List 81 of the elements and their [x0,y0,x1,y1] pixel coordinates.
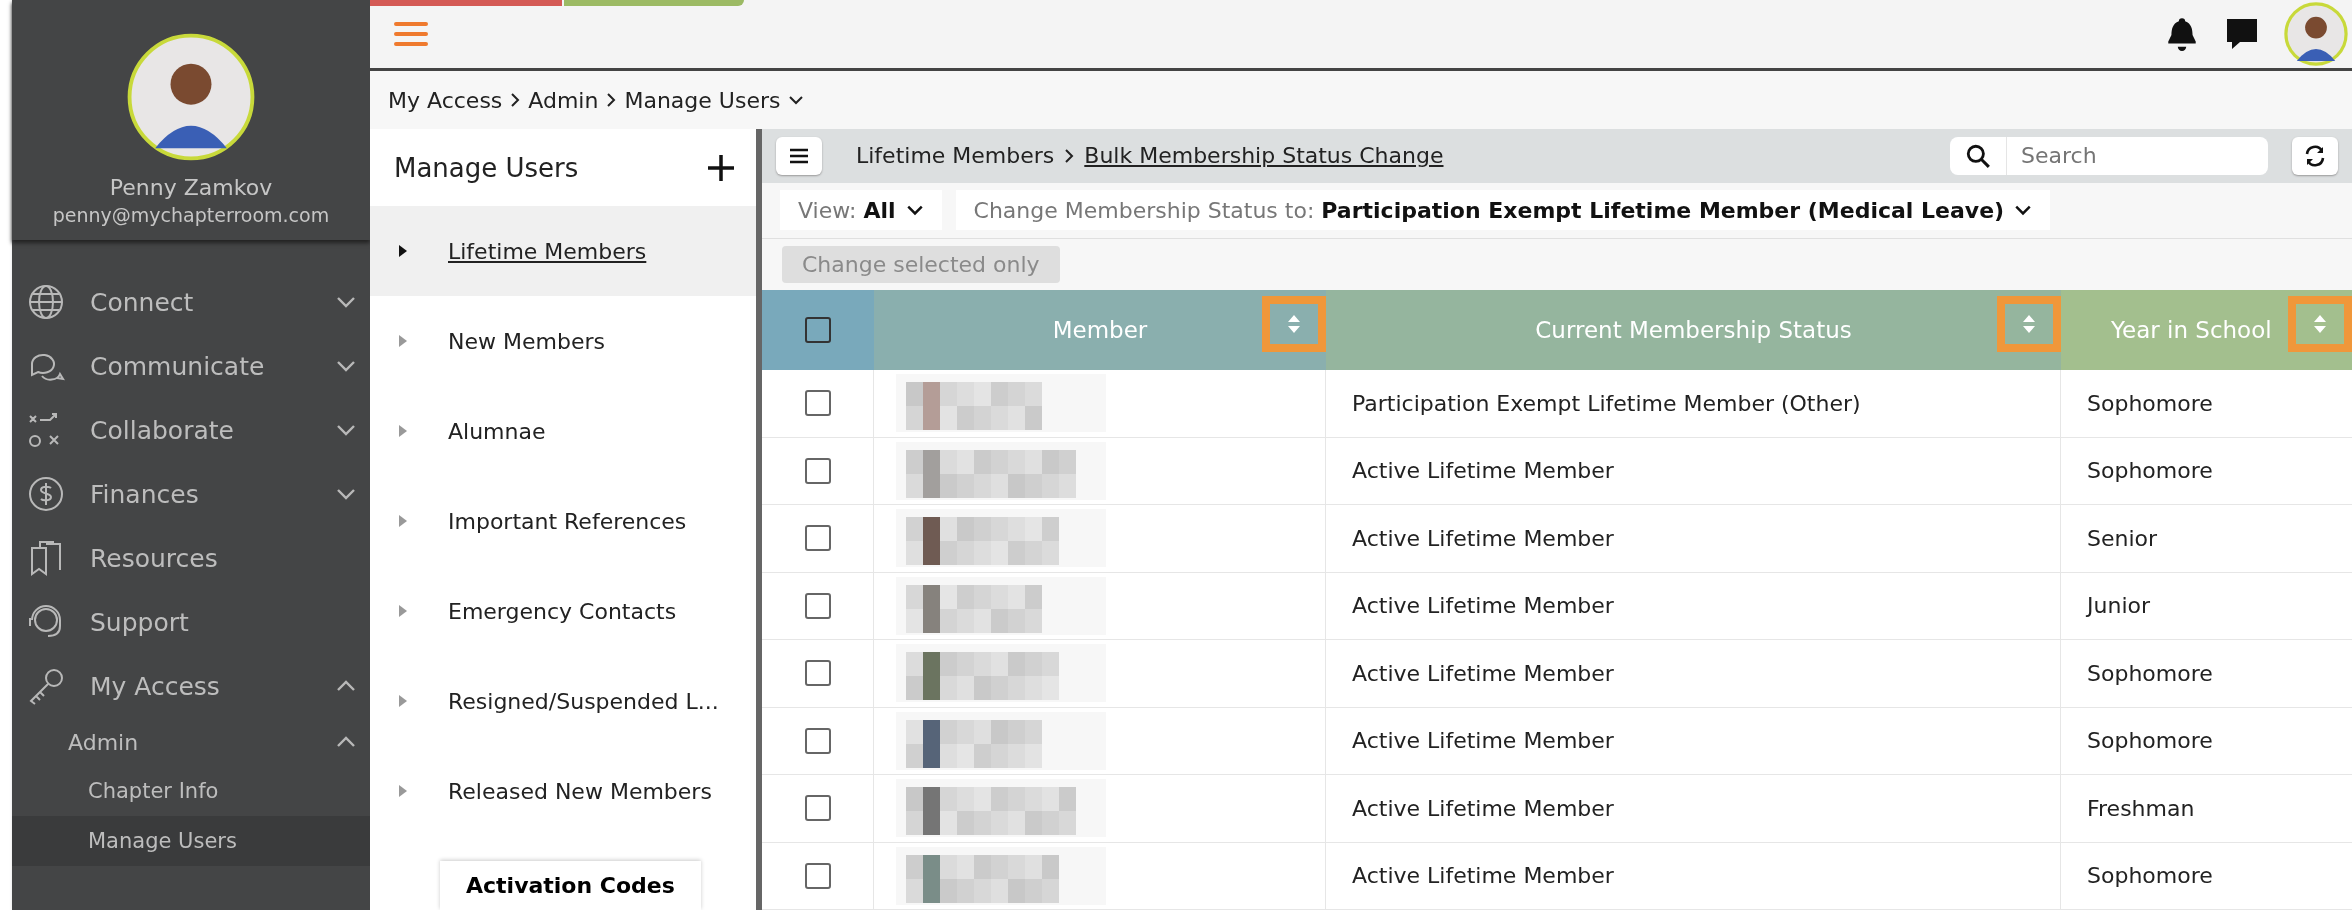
table-cell-text: Sophomore [2086,659,2214,688]
caret-icon [398,604,408,618]
checkbox[interactable] [804,727,831,754]
nav-item[interactable]: My Access [12,654,370,718]
nav-item[interactable]: Finances [12,462,370,526]
checkbox[interactable] [804,457,831,484]
chevron-right-icon [1064,147,1075,164]
table-cell: Active Lifetime Member [1326,505,2061,572]
table-cell-text: Sophomore [2086,457,2214,486]
table-cell: Active Lifetime Member [1326,640,2061,707]
nav-item[interactable]: Collaborate [12,398,370,462]
view-dropdown[interactable]: View: All [780,190,942,231]
chevron-right-icon [606,92,617,108]
nav-item[interactable]: Communicate [12,334,370,398]
activation-codes-button[interactable]: Activation Codes [440,861,701,910]
checkbox[interactable] [804,525,831,552]
caret-icon [398,244,408,258]
nav-item[interactable]: Resources [12,526,370,590]
caret-icon [398,694,408,708]
table-cell: Active Lifetime Member [1326,707,2061,774]
nav-subitem[interactable]: Admin [12,718,370,766]
search-icon [1965,142,1991,169]
table-cell: Participation Exempt Lifetime Member (Other) [1326,370,2061,437]
page-link[interactable]: Bulk Membership Status Change [1084,143,1444,169]
group-item[interactable]: New Members [370,296,756,386]
breadcrumb-link[interactable]: My Access [388,87,503,113]
table-cell: Active Lifetime Member [1326,572,2061,639]
search-field[interactable]: Search [2006,136,2268,175]
table-cell-text: Sophomore [2086,862,2214,891]
caret-icon [398,784,408,798]
chevron-down-icon [905,204,924,217]
dollar-icon [26,474,66,514]
table-cell-text: Freshman [2086,794,2196,823]
caret-icon [398,424,408,438]
menu-icon [789,147,809,164]
checkbox[interactable] [804,862,831,889]
checkbox[interactable] [804,592,831,619]
group-item[interactable]: Released New Members [370,746,756,836]
refresh-button[interactable] [2292,136,2338,175]
table-cell-text: Senior [2086,524,2159,553]
globe-icon [26,282,66,322]
table-cell-text: Junior [2085,592,2151,621]
panel-title: Manage Users [394,152,579,183]
chevron-right-icon [510,92,521,108]
menu-button[interactable] [776,136,822,175]
user-name: Penny Zamkov [109,175,273,200]
path-text: Lifetime Members [856,143,1055,169]
checkbox[interactable] [805,317,831,343]
menu-icon[interactable] [394,21,428,47]
sort-icon [2022,314,2036,334]
checkbox[interactable] [804,390,831,417]
caret-icon [398,514,408,528]
group-item[interactable]: Lifetime Members [370,206,756,296]
chevron-down-icon[interactable] [788,95,805,105]
avatar[interactable] [2284,2,2348,66]
nav-item[interactable]: Connect [12,270,370,334]
caret-icon [398,334,408,348]
chevron-down-icon [2014,204,2033,217]
breadcrumb-link[interactable]: Admin [528,87,599,113]
refresh-icon [2303,143,2327,168]
nav-link[interactable]: Chapter Info [12,766,370,816]
checkbox[interactable] [804,660,831,687]
search-button[interactable] [1950,136,2006,175]
table-cell-text: Sophomore [2086,389,2214,418]
group-item[interactable]: Important References [370,476,756,566]
sort-icon [2313,314,2327,334]
user-email: penny@mychapterroom.com [52,204,330,226]
table-cell: Active Lifetime Member [1326,842,2061,909]
group-item[interactable]: Emergency Contacts [370,566,756,656]
table-cell-text: Sophomore [2086,727,2214,756]
group-item[interactable]: Resigned/Suspended L... [370,656,756,746]
table-cell: Active Lifetime Member [1326,775,2061,842]
table-cell: Active Lifetime Member [1326,437,2061,504]
status-dropdown[interactable]: Change Membership Status to: Participation Exempt Lifetime Member (Medical Leave) [955,190,2051,231]
checkbox[interactable] [804,795,831,822]
nav-item[interactable]: Support [12,590,370,654]
breadcrumb-link[interactable]: Manage Users [624,87,781,113]
group-item[interactable]: Alumnae [370,386,756,476]
nav-link[interactable]: Manage Users [12,816,370,866]
sort-icon [1287,314,1301,334]
plus-icon[interactable] [706,152,736,183]
